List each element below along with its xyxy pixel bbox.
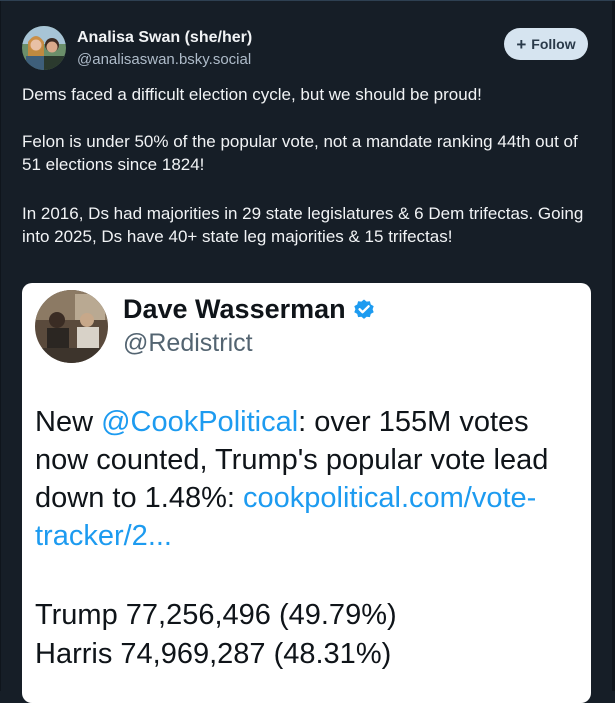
author-display-name[interactable]: Analisa Swan (she/her) <box>77 29 252 47</box>
post-paragraph-2: Felon is under 50% of the popular vote, … <box>22 132 578 174</box>
plus-icon: + <box>516 34 527 54</box>
post-paragraph-1: Dems faced a difficult election cycle, b… <box>22 85 482 104</box>
author-avatar[interactable] <box>22 26 66 70</box>
result-harris: Harris 74,969,287 (48.31%) <box>35 638 392 670</box>
follow-button[interactable]: + Follow <box>504 28 588 60</box>
post-paragraph-3: In 2016, Ds had majorities in 29 state l… <box>22 204 584 246</box>
author-handle[interactable]: @analisaswan.bsky.social <box>77 51 251 68</box>
mention-link: @CookPolitical <box>101 406 299 438</box>
result-trump: Trump 77,256,496 (49.79%) <box>35 599 397 631</box>
post-card: Analisa Swan (she/her) @analisaswan.bsky… <box>0 0 615 703</box>
embedded-author-avatar <box>35 290 108 363</box>
embedded-body-prefix: New <box>35 406 102 438</box>
verified-badge-icon <box>352 298 376 322</box>
embedded-tweet-text: New @CookPolitical: over 155M votes now … <box>35 403 575 555</box>
embedded-tweet-image[interactable]: Dave Wasserman @Redistrict New @CookPoli… <box>22 283 591 703</box>
embedded-handle: @Redistrict <box>123 329 253 357</box>
card-border-left <box>0 1 1 691</box>
embedded-display-name-text: Dave Wasserman <box>123 294 346 324</box>
follow-button-label: Follow <box>531 36 576 52</box>
embedded-display-name: Dave Wasserman <box>123 294 376 325</box>
